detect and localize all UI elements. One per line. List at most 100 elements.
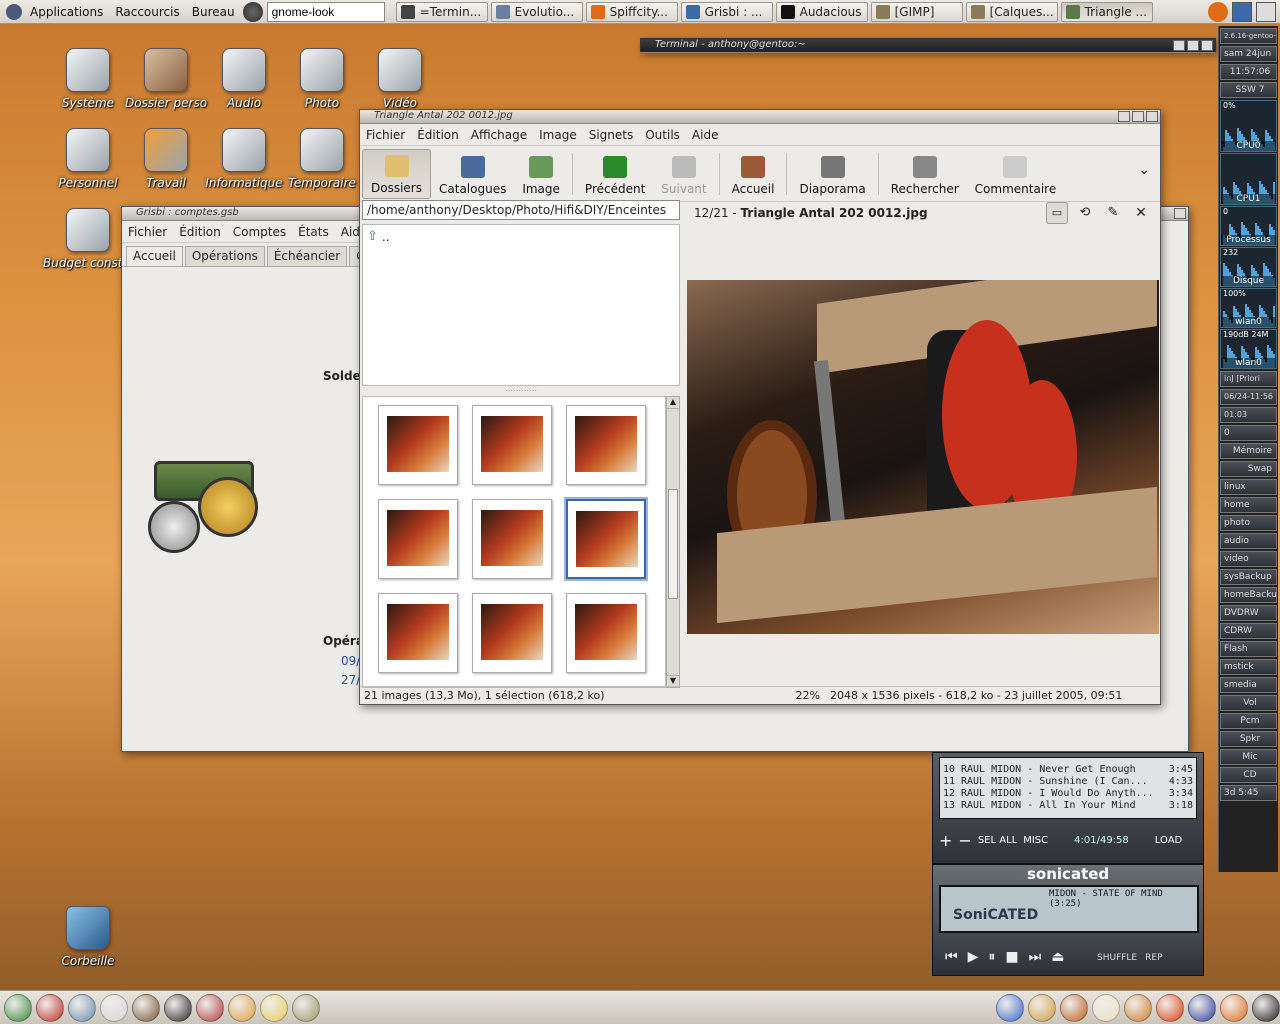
volume-slider[interactable]: CD	[1220, 767, 1277, 783]
task-button[interactable]: =Termin...	[395, 1, 488, 22]
launcher-gnome-icon[interactable]	[242, 1, 263, 22]
folder-up-row[interactable]: ⇧..	[363, 225, 679, 248]
toolbar-button-back-arrow[interactable]: Précédent	[577, 149, 653, 199]
launcher-icon[interactable]	[132, 993, 160, 1022]
desktop-icon-budget[interactable]: Budget constructio	[43, 208, 157, 270]
firefox-tray-icon[interactable]	[1208, 2, 1228, 22]
location-entry[interactable]: /home/anthony/Desktop/Photo/Hifi&DIY/Enc…	[362, 200, 680, 220]
desktop-icon-personnel[interactable]: Personnel	[43, 128, 133, 190]
fullscreen-icon[interactable]: ▭	[1046, 202, 1068, 224]
rotate-icon[interactable]: ⟲	[1074, 202, 1096, 224]
thumbnail[interactable]	[472, 499, 552, 579]
launcher-icon[interactable]	[1220, 993, 1248, 1022]
mount-button[interactable]: smedia	[1220, 677, 1277, 693]
terminal-window[interactable]: Terminal - anthony@gentoo:~	[640, 38, 1216, 53]
tab-accueil[interactable]: Accueil	[126, 246, 183, 266]
desktop-icon-temporaire[interactable]: Temporaire	[277, 128, 367, 190]
misc-button[interactable]: MISC	[1023, 835, 1048, 846]
playlist-row[interactable]: 12 RAUL MIDON - I Would Do Anyth... 3:34	[940, 788, 1196, 800]
launcher-icon[interactable]	[164, 993, 192, 1022]
task-button[interactable]: Evolutio...	[490, 1, 583, 22]
play-icon[interactable]: ▶	[968, 949, 979, 965]
volume-slider[interactable]: Mic	[1220, 749, 1277, 765]
menu-2[interactable]: Affichage	[465, 128, 533, 142]
desktop-icon-photo[interactable]: Photo	[277, 48, 367, 110]
eject-icon[interactable]: ⏏	[1051, 949, 1064, 965]
mount-button[interactable]: mstick	[1220, 659, 1277, 675]
desktop-icon-travail[interactable]: Travail	[121, 128, 211, 190]
close-image-icon[interactable]: ✕	[1130, 202, 1152, 224]
desktop-icon-audio[interactable]: Audio	[199, 48, 289, 110]
thumbnail[interactable]	[378, 499, 458, 579]
desktop-icon-dossier-perso[interactable]: Dossier perso	[121, 48, 211, 110]
playlist-window[interactable]: 10 RAUL MIDON - Never Get Enough 3:45 11 RAU…	[932, 752, 1204, 864]
mount-button[interactable]: CDRW	[1220, 623, 1277, 639]
toolbar-button-comment[interactable]: Commentaire	[967, 149, 1065, 199]
menu-6[interactable]: Aide	[686, 128, 725, 142]
menu-fichier[interactable]: Fichier	[122, 225, 173, 239]
mail-tray-icon[interactable]	[1256, 2, 1276, 22]
remove-icon[interactable]: −	[958, 831, 971, 850]
task-button[interactable]: Audacious	[775, 1, 868, 22]
menu-applications[interactable]: Applications	[24, 5, 109, 19]
menu-etats[interactable]: États	[292, 225, 335, 239]
toolbar-button-book[interactable]: Catalogues	[431, 149, 514, 199]
load-button[interactable]: LOAD	[1155, 835, 1182, 846]
mount-button[interactable]: linux	[1220, 479, 1277, 495]
launcher-icon[interactable]	[1156, 993, 1184, 1022]
repeat-button[interactable]: REP	[1145, 953, 1162, 963]
thumbnail[interactable]	[566, 593, 646, 673]
toolbar-button-slideshow[interactable]: Diaporama	[791, 149, 873, 199]
launcher-icon[interactable]	[1092, 993, 1120, 1022]
launcher-icon[interactable]	[1188, 993, 1216, 1022]
task-button[interactable]: [GIMP]	[870, 1, 963, 22]
edit-icon[interactable]: ✎	[1102, 202, 1124, 224]
operation-date-1[interactable]: 09/	[341, 654, 360, 668]
launcher-icon[interactable]	[196, 993, 224, 1022]
mount-button[interactable]: homeBackup	[1220, 587, 1277, 603]
toolbar-button-image[interactable]: Image	[514, 149, 568, 199]
pause-icon[interactable]: ⏸	[988, 949, 995, 965]
maximize-button[interactable]	[1187, 40, 1199, 51]
next-icon[interactable]: ⏭	[1029, 949, 1042, 965]
tab-operations[interactable]: Opérations	[184, 246, 265, 266]
launcher-icon[interactable]	[4, 993, 32, 1022]
playlist-row[interactable]: 11 RAUL MIDON - Sunshine (I Can... 4:33	[940, 776, 1196, 788]
mount-button[interactable]: Flash	[1220, 641, 1277, 657]
pane-splitter[interactable]: ⋯⋯⋯⋯	[362, 387, 680, 395]
task-button[interactable]: Spiffcity...	[585, 1, 678, 22]
stop-icon[interactable]: ■	[1005, 949, 1018, 965]
menu-edition[interactable]: Édition	[173, 225, 227, 239]
playlist-row[interactable]: 10 RAUL MIDON - Never Get Enough 3:45	[940, 764, 1196, 776]
launcher-icon[interactable]	[260, 993, 288, 1022]
thumbnail-scrollbar[interactable]: ▲ ▼	[666, 396, 680, 688]
toolbar-overflow-chevron-icon[interactable]: ⌄	[1138, 162, 1150, 178]
volume-slider[interactable]: Pcm	[1220, 713, 1277, 729]
task-button[interactable]: Triangle ...	[1060, 1, 1153, 22]
thumbnail[interactable]	[378, 593, 458, 673]
desktop-icon-systeme[interactable]: Système	[43, 48, 133, 110]
minimize-button[interactable]	[1173, 40, 1185, 51]
menu-raccourcis[interactable]: Raccourcis	[109, 5, 185, 19]
toolbar-button-search[interactable]: Rechercher	[883, 149, 967, 199]
close-button[interactable]	[1201, 40, 1213, 51]
terminal-titlebar[interactable]: Terminal - anthony@gentoo:~	[641, 39, 1215, 53]
previous-icon[interactable]: ⏮	[945, 949, 958, 965]
gnome-foot-icon[interactable]	[6, 3, 22, 20]
add-icon[interactable]: +	[939, 831, 952, 850]
toolbar-button-folder[interactable]: Dossiers	[362, 148, 431, 199]
launcher-icon[interactable]	[228, 993, 256, 1022]
close-button[interactable]	[1174, 208, 1186, 219]
menu-0[interactable]: Fichier	[360, 128, 411, 142]
desktop-icon-informatique[interactable]: Informatique	[199, 128, 289, 190]
maximize-button[interactable]	[1132, 111, 1144, 122]
gthumb-titlebar[interactable]: Triangle Antal 202 0012.jpg	[360, 110, 1160, 124]
volume-slider[interactable]: Vol	[1220, 695, 1277, 711]
mount-button[interactable]: DVDRW	[1220, 605, 1277, 621]
task-button[interactable]: Grisbi : ...	[680, 1, 773, 22]
scroll-thumb[interactable]	[668, 489, 678, 599]
task-button[interactable]: [Calques...	[965, 1, 1058, 22]
command-entry[interactable]	[266, 1, 385, 22]
minimize-button[interactable]	[1118, 111, 1130, 122]
thumbnail[interactable]	[472, 405, 552, 485]
